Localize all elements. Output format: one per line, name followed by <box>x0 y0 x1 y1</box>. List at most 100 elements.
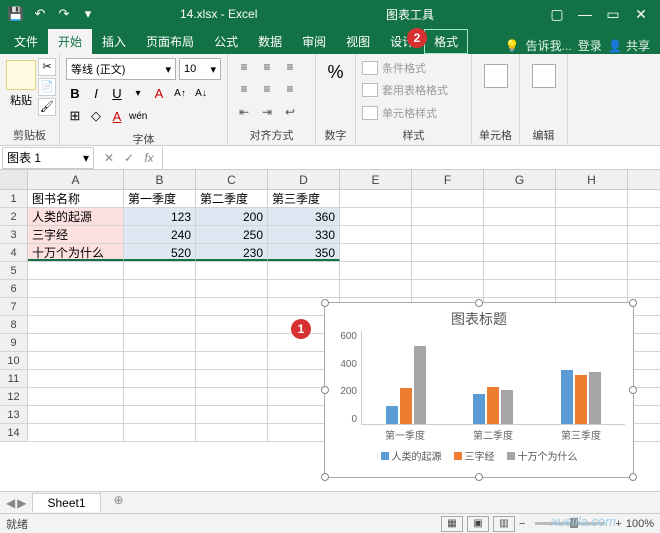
resize-handle[interactable] <box>321 473 329 481</box>
resize-handle[interactable] <box>629 299 637 307</box>
indent-inc-icon[interactable]: ⇥ <box>257 103 277 121</box>
tab-data[interactable]: 数据 <box>248 29 292 54</box>
cell[interactable]: 230 <box>196 244 268 261</box>
zoom-level[interactable]: 100% <box>626 518 654 530</box>
col-header[interactable]: E <box>340 170 412 189</box>
cell[interactable]: 第三季度 <box>268 190 340 207</box>
cell[interactable]: 第一季度 <box>124 190 196 207</box>
tab-review[interactable]: 审阅 <box>292 29 336 54</box>
resize-handle[interactable] <box>629 473 637 481</box>
editing-icon[interactable] <box>532 64 556 88</box>
row-header[interactable]: 4 <box>0 244 28 261</box>
col-header[interactable]: A <box>28 170 124 189</box>
sheet-next-icon[interactable]: ▶ <box>17 496 26 510</box>
chart-legend[interactable]: 人类的起源三字经十万个为什么 <box>325 444 633 467</box>
align-center-icon[interactable]: ≡ <box>257 80 277 98</box>
select-all-corner[interactable] <box>0 170 28 189</box>
qat-more-icon[interactable]: ▾ <box>78 4 98 24</box>
resize-handle[interactable] <box>629 386 637 394</box>
font-size-select[interactable]: 10▾ <box>179 58 221 80</box>
cell[interactable]: 人类的起源 <box>28 208 124 225</box>
format-painter-icon[interactable]: 🖌 <box>38 98 56 116</box>
italic-button[interactable]: I <box>87 83 105 103</box>
align-middle-icon[interactable]: ≡ <box>257 58 277 76</box>
font-shrink-button[interactable]: A↓ <box>192 83 210 103</box>
tell-me-text[interactable]: 告诉我... <box>526 37 572 54</box>
paste-button[interactable]: 粘贴 <box>6 58 36 116</box>
font-grow-button[interactable]: A↑ <box>171 83 189 103</box>
embedded-chart[interactable]: 图表标题 6004002000 第一季度第二季度第三季度 人类的起源三字经十万个… <box>324 302 634 478</box>
col-header[interactable]: F <box>412 170 484 189</box>
fill-color-button[interactable]: A <box>150 83 168 103</box>
share-button[interactable]: 👤 共享 <box>608 37 650 54</box>
cell[interactable]: 第二季度 <box>196 190 268 207</box>
chart-bar[interactable] <box>386 406 398 424</box>
bold-button[interactable]: B <box>66 83 84 103</box>
indent-dec-icon[interactable]: ⇤ <box>234 103 254 121</box>
align-right-icon[interactable]: ≡ <box>280 80 300 98</box>
row-header[interactable]: 1 <box>0 190 28 207</box>
align-bottom-icon[interactable]: ≡ <box>280 58 300 76</box>
ribbon-options-icon[interactable]: ▢ <box>544 4 570 24</box>
chart-title[interactable]: 图表标题 <box>325 303 633 331</box>
col-header[interactable]: D <box>268 170 340 189</box>
tell-me-icon[interactable]: 💡 <box>505 39 520 53</box>
close-icon[interactable]: ✕ <box>628 4 654 24</box>
tab-chart-format[interactable]: 格式 <box>424 29 468 54</box>
tab-page-layout[interactable]: 页面布局 <box>136 29 204 54</box>
row-header[interactable]: 3 <box>0 226 28 243</box>
copy-icon[interactable]: 📄 <box>38 78 56 96</box>
phonetic-button[interactable]: wén <box>129 106 147 126</box>
table-format-button[interactable]: 套用表格格式 <box>362 80 465 100</box>
col-header[interactable]: G <box>484 170 556 189</box>
chart-bar[interactable] <box>473 394 485 424</box>
chart-bar[interactable] <box>487 387 499 425</box>
fx-icon[interactable]: fx <box>140 151 158 165</box>
cell[interactable]: 图书名称 <box>28 190 124 207</box>
save-icon[interactable]: 💾 <box>6 4 26 24</box>
chart-bar[interactable] <box>575 375 587 425</box>
zoom-in-button[interactable]: + <box>615 518 621 530</box>
view-normal-icon[interactable]: ▦ <box>441 516 463 532</box>
chart-bar[interactable] <box>589 372 601 425</box>
tab-formulas[interactable]: 公式 <box>204 29 248 54</box>
cell[interactable]: 123 <box>124 208 196 225</box>
chart-plot-area[interactable]: 6004002000 <box>325 331 633 425</box>
name-box[interactable]: 图表 1▾ <box>2 147 94 169</box>
col-header[interactable]: B <box>124 170 196 189</box>
align-left-icon[interactable]: ≡ <box>234 80 254 98</box>
login-link[interactable]: 登录 <box>578 37 602 54</box>
cell[interactable]: 十万个为什么 <box>28 244 124 261</box>
view-page-break-icon[interactable]: ▥ <box>493 516 515 532</box>
sheet-prev-icon[interactable]: ◀ <box>6 496 15 510</box>
tab-home[interactable]: 开始 <box>48 29 92 54</box>
font-color-button[interactable]: A <box>108 106 126 126</box>
borders-button[interactable]: ⊞ <box>66 106 84 126</box>
cells-icon[interactable] <box>484 64 508 88</box>
cell[interactable]: 200 <box>196 208 268 225</box>
formula-input[interactable] <box>162 147 660 169</box>
resize-handle[interactable] <box>321 386 329 394</box>
minimize-icon[interactable]: — <box>572 4 598 24</box>
cell[interactable]: 330 <box>268 226 340 243</box>
zoom-out-button[interactable]: − <box>519 518 525 530</box>
cell[interactable]: 360 <box>268 208 340 225</box>
cell[interactable]: 三字经 <box>28 226 124 243</box>
row-header[interactable]: 2 <box>0 208 28 225</box>
cell[interactable]: 520 <box>124 244 196 261</box>
tab-file[interactable]: 文件 <box>4 29 48 54</box>
percent-icon[interactable]: % <box>322 58 349 87</box>
wrap-text-icon[interactable]: ↩ <box>280 103 300 121</box>
tab-view[interactable]: 视图 <box>336 29 380 54</box>
restore-icon[interactable]: ▭ <box>600 4 626 24</box>
cell-styles-button[interactable]: 单元格样式 <box>362 103 465 123</box>
chart-bar[interactable] <box>561 370 573 424</box>
fx-cancel-icon[interactable]: ✕ <box>100 151 118 165</box>
col-header[interactable]: C <box>196 170 268 189</box>
font-name-select[interactable]: 等线 (正文)▾ <box>66 58 176 80</box>
chart-bar[interactable] <box>501 390 513 425</box>
resize-handle[interactable] <box>475 473 483 481</box>
undo-icon[interactable]: ↶ <box>30 4 50 24</box>
border-button[interactable]: ▾ <box>129 83 147 103</box>
cell[interactable]: 250 <box>196 226 268 243</box>
